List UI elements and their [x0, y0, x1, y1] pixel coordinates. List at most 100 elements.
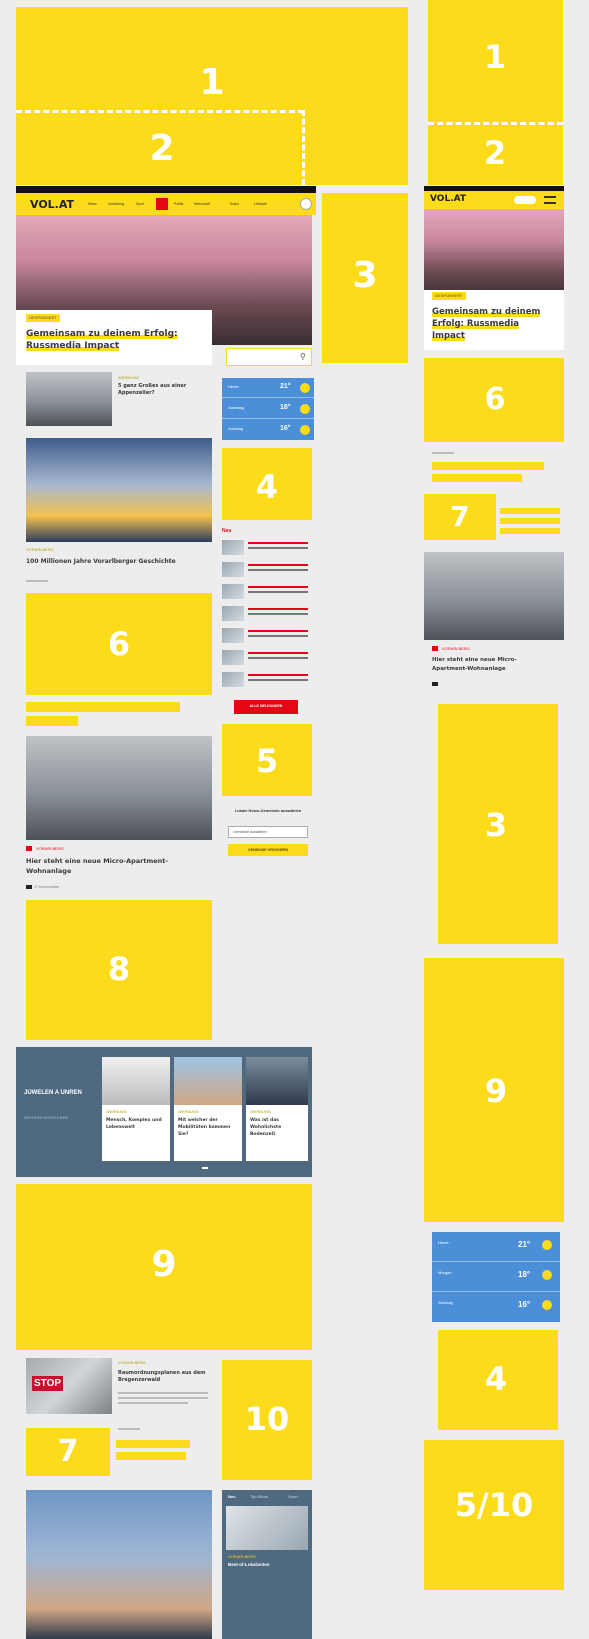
- placeholder-bar: [500, 518, 560, 524]
- news-thumb: [222, 606, 244, 621]
- micro-story-comments[interactable]: 17 Kommentare: [34, 885, 59, 889]
- placeholder-bar: [116, 1440, 190, 1448]
- tab-top-klicks[interactable]: Top-Klicks: [250, 1494, 268, 1499]
- region-selector: Lokale News-Gemeinde auswählen Gemeinde …: [224, 806, 312, 862]
- mobile-weather-temp-0: 21°: [518, 1240, 531, 1249]
- list-item[interactable]: [222, 606, 314, 622]
- tabs-widget-image[interactable]: [226, 1506, 308, 1550]
- mobile-weather-day-1: Morgen: [438, 1270, 452, 1275]
- jewel-card-image: [246, 1057, 308, 1105]
- sun-icon: [300, 425, 310, 435]
- jewel-card-2[interactable]: WERBUNG Was ist das Wohnlichste Bodenzei…: [246, 1057, 308, 1161]
- stop-story-excerpt: [118, 1397, 208, 1399]
- jewel-card-tag: WERBUNG: [106, 1109, 127, 1114]
- tab-neu[interactable]: Neu: [228, 1494, 236, 1499]
- news-thumb: [222, 562, 244, 577]
- all-news-button-label: ALLE MELDUNGEN: [249, 704, 283, 708]
- news-line: [248, 547, 308, 549]
- placeholder-bar: [26, 702, 180, 712]
- nav-item-sport[interactable]: Sport: [136, 202, 144, 206]
- news-line: [248, 564, 308, 566]
- mobile-weather-day-2: Sonntag: [438, 1300, 453, 1305]
- stop-story-tag: VORARLBERG: [118, 1360, 146, 1365]
- stop-sign: STOP: [32, 1376, 64, 1391]
- slot-label-8: 8: [107, 950, 131, 988]
- news-line: [248, 674, 308, 676]
- mobile-hero-title[interactable]: Gemeinsam zu deinem Erfolg: Russmedia Im…: [432, 306, 542, 342]
- news-line: [248, 652, 308, 654]
- list-item[interactable]: [222, 584, 314, 600]
- story-image[interactable]: [26, 438, 212, 542]
- region-save-button[interactable]: GEMEINDE SPEICHERN: [228, 844, 308, 856]
- tab-sport[interactable]: Sport: [288, 1494, 298, 1499]
- mobile-slot-label-2: 2: [483, 134, 507, 172]
- slot-2-divider-v: [302, 110, 305, 185]
- jewel-card-title: Mit welcher der Mobilitäten kommen Sie?: [178, 1118, 231, 1137]
- teaser-1-title[interactable]: 5 ganz Großes aus einer Appenzeller?: [118, 383, 208, 397]
- list-item[interactable]: [222, 650, 314, 666]
- red-logo-icon[interactable]: [156, 198, 168, 210]
- mobile-micro-story-title[interactable]: Hier steht eine neue Micro-Apartment-Woh…: [432, 656, 542, 674]
- hero-title-text[interactable]: Gemeinsam zu deinem Erfolg: Russmedia Im…: [26, 329, 178, 351]
- mobile-weather-widget[interactable]: Heute 21° Morgen 18° Sonntag 16°: [432, 1232, 560, 1322]
- nav-item-politik[interactable]: Politik: [174, 202, 183, 206]
- region-input[interactable]: Gemeinde auswählen: [228, 826, 308, 838]
- tabs-widget-title[interactable]: Best-of-Lokalzeiten: [228, 1562, 270, 1567]
- hero-title[interactable]: Gemeinsam zu deinem Erfolg: Russmedia Im…: [26, 328, 212, 352]
- mobile-slot-label-4: 4: [484, 1360, 508, 1398]
- user-avatar-icon[interactable]: [300, 198, 312, 210]
- news-line: [248, 679, 308, 681]
- micro-story-tag: VORARLBERG: [36, 846, 64, 851]
- mobile-hero-image[interactable]: [424, 209, 564, 299]
- top-utility-bar: [16, 186, 316, 193]
- nav-item-news[interactable]: News: [88, 202, 97, 206]
- list-item[interactable]: [222, 672, 314, 688]
- menu-icon[interactable]: [544, 196, 556, 204]
- news-line: [248, 586, 308, 588]
- mobile-micro-story-image[interactable]: [424, 552, 564, 640]
- mobile-search-pill[interactable]: [514, 196, 536, 204]
- nav-item-vorarlberg[interactable]: Vorarlberg: [108, 202, 124, 206]
- stop-story-meta: [118, 1428, 140, 1430]
- weather-row-1: Samstag 18°: [222, 399, 314, 419]
- slot-label-6: 6: [107, 625, 131, 663]
- micro-story-image[interactable]: [26, 736, 212, 840]
- slot-2-divider: [16, 110, 304, 113]
- jewel-card-1[interactable]: WERBUNG Mit welcher der Mobilitäten komm…: [174, 1057, 242, 1161]
- nav-item-lifestyle[interactable]: Lifestyle: [254, 202, 267, 206]
- region-save-label: GEMEINDE SPEICHERN: [247, 848, 289, 852]
- mobile-meta-line: [432, 452, 454, 454]
- story-title[interactable]: 100 Millionen Jahre Vorarlberger Geschic…: [26, 558, 212, 565]
- jewels-subtitle[interactable]: WEITERE ENTDECKEN: [24, 1115, 68, 1120]
- mobile-weather-row-0: Heute 21°: [432, 1232, 560, 1262]
- carousel-indicator[interactable]: [202, 1167, 208, 1169]
- stop-story-title[interactable]: Raumordnungsplanen aus dem Bregenzerwald: [118, 1370, 208, 1384]
- all-news-button[interactable]: ALLE MELDUNGEN: [234, 700, 298, 714]
- mobile-hero-title-text[interactable]: Gemeinsam zu deinem Erfolg: Russmedia Im…: [432, 307, 541, 341]
- placeholder-bar: [432, 462, 544, 470]
- list-item[interactable]: [222, 540, 314, 556]
- mobile-site-logo[interactable]: VOL.AT: [430, 194, 466, 204]
- news-thumb: [222, 584, 244, 599]
- news-header: Neu: [222, 528, 232, 534]
- jewel-card-0[interactable]: WERBUNG Mensch, Komplex und Lebenswelt: [102, 1057, 170, 1161]
- site-logo[interactable]: VOL.AT: [30, 198, 74, 211]
- story-tag: VORARLBERG: [26, 547, 54, 552]
- teaser-1-image[interactable]: [26, 372, 112, 426]
- bottom-story-image[interactable]: [26, 1490, 212, 1639]
- weather-row-0: Heute 21°: [222, 378, 314, 398]
- list-item[interactable]: [222, 628, 314, 644]
- nav-item-wirtschaft[interactable]: Wirtschaft: [194, 202, 210, 206]
- nav-item-kultur[interactable]: Kultur: [230, 202, 239, 206]
- weather-widget[interactable]: Heute 21° Samstag 18° Sonntag 16°: [222, 378, 314, 440]
- tabs-widget-tag: VORARLBERG: [228, 1554, 256, 1559]
- micro-story-title[interactable]: Hier steht eine neue Micro-Apartment-Woh…: [26, 856, 186, 876]
- placeholder-bar: [116, 1452, 186, 1460]
- search-icon[interactable]: ⚲: [300, 352, 306, 361]
- placeholder-bar: [432, 474, 522, 482]
- list-item[interactable]: [222, 562, 314, 578]
- region-input-text: Gemeinde auswählen: [233, 830, 267, 834]
- placeholder-bar: [500, 528, 560, 534]
- sun-icon: [300, 383, 310, 393]
- news-thumb: [222, 672, 244, 687]
